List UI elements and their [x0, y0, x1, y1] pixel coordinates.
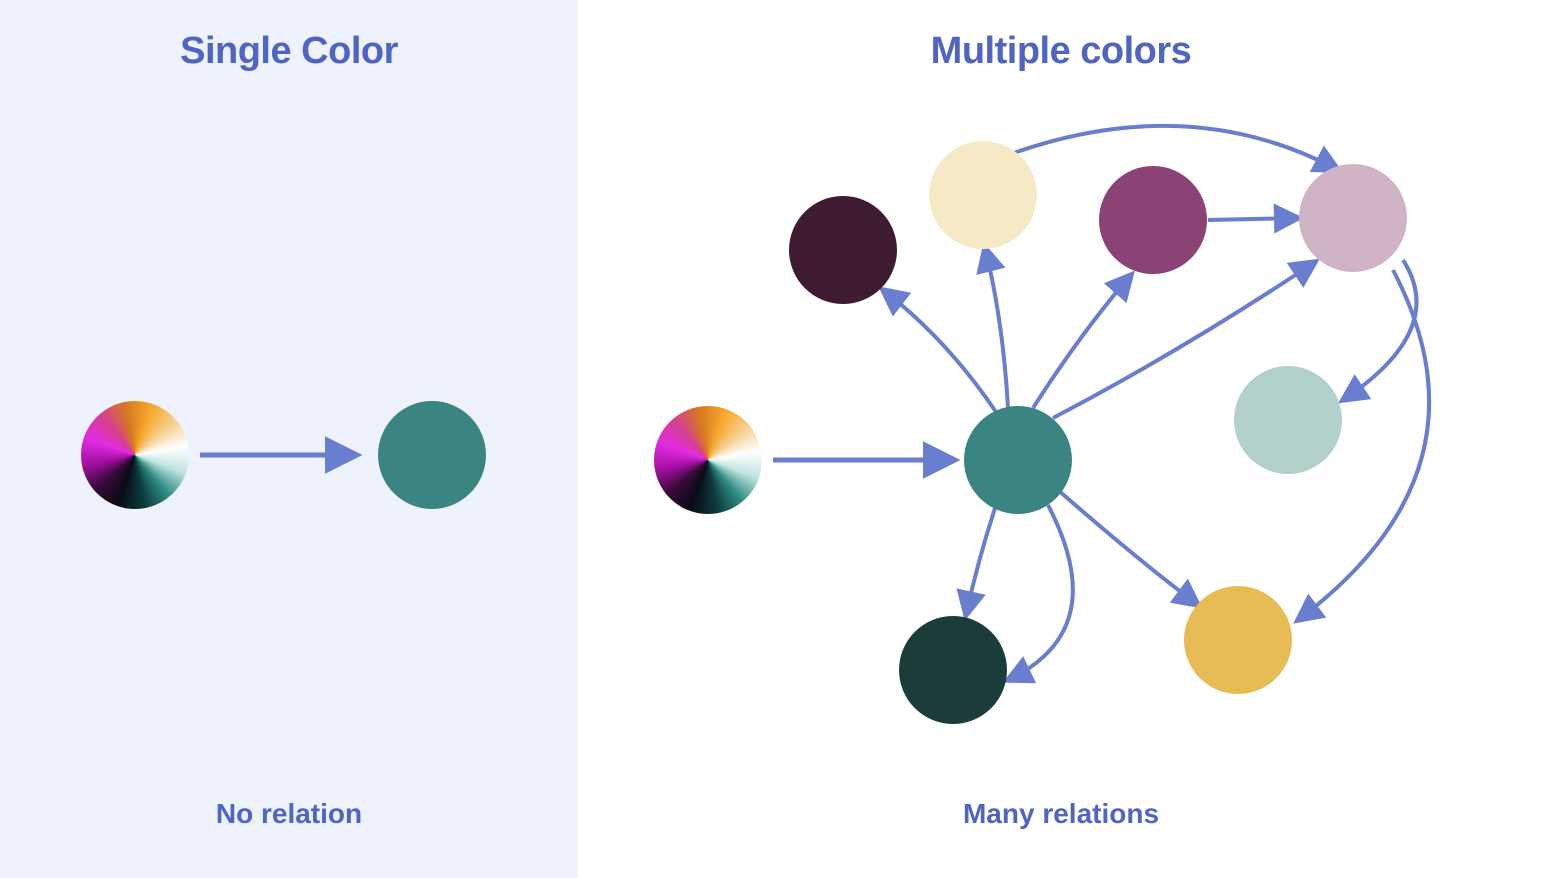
- mauve-node: [1299, 164, 1407, 272]
- arrow-hub-to-mustard: [1058, 490, 1198, 605]
- cream-node: [929, 141, 1037, 249]
- multiple-colors-panel: Multiple colors: [578, 0, 1544, 878]
- arrow-mauve-to-sage: [1343, 260, 1417, 400]
- mustard-node: [1184, 586, 1292, 694]
- single-color-panel: Single Color No relation: [0, 0, 578, 878]
- color-wheel-icon: [654, 406, 762, 514]
- dark-teal-node: [899, 616, 1007, 724]
- arrow-hub-to-darkteal-b: [1008, 505, 1073, 680]
- arrow-hub-to-cream: [985, 248, 1008, 408]
- color-wheel-icon: [81, 401, 189, 509]
- magenta-plum-node: [1099, 166, 1207, 274]
- single-caption: No relation: [216, 798, 362, 830]
- sage-node: [1234, 366, 1342, 474]
- single-stage: [0, 0, 578, 878]
- dark-plum-node: [789, 196, 897, 304]
- arrow-cream-to-mauve: [1008, 126, 1338, 170]
- teal-hub-node: [964, 406, 1072, 514]
- multiple-caption: Many relations: [963, 798, 1159, 830]
- arrow-magentaplum-to-mauve: [1208, 218, 1298, 220]
- arrow-hub-to-darkteal-a: [966, 505, 996, 615]
- arrow-hub-to-magentaplum: [1033, 275, 1131, 408]
- arrow-hub-to-darkplum: [883, 290, 998, 415]
- multiple-stage: [578, 0, 1544, 878]
- teal-node: [378, 401, 486, 509]
